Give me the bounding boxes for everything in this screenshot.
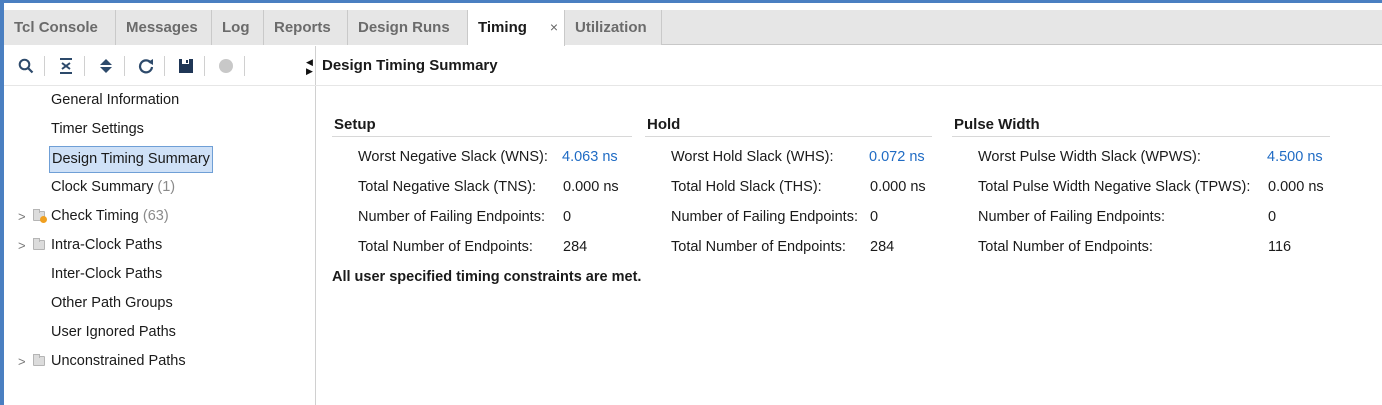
folder-warning-icon xyxy=(33,209,47,223)
pulse-total-endpoints-label: Total Number of Endpoints: xyxy=(978,239,1153,255)
tab-design-runs[interactable]: Design Runs xyxy=(348,10,468,45)
whs-value-link[interactable]: 0.072 ns xyxy=(869,149,925,165)
navigator-toolbar: ◀ ▶ xyxy=(4,46,316,86)
constraints-status-message: All user specified timing constraints ar… xyxy=(332,269,642,285)
tree-item-label: Other Path Groups xyxy=(51,295,173,311)
tree-item-other-path-groups[interactable]: Other Path Groups xyxy=(4,289,316,318)
pulse-failing-endpoints-value: 0 xyxy=(1268,209,1277,225)
hold-failing-endpoints-value: 0 xyxy=(870,209,879,225)
stop-icon[interactable] xyxy=(216,56,236,76)
pulse-failing-endpoints-label: Number of Failing Endpoints: xyxy=(978,209,1165,225)
tab-timing[interactable]: Timing × xyxy=(468,10,565,46)
tab-reports[interactable]: Reports xyxy=(264,10,348,45)
setup-divider xyxy=(332,136,632,137)
pulse-width-heading: Pulse Width xyxy=(954,116,1040,133)
wns-label: Worst Negative Slack (WNS): xyxy=(358,149,548,165)
tab-bar: Tcl Console Messages Log Reports Design … xyxy=(4,10,1382,46)
tab-label: Timing xyxy=(478,19,527,36)
report-navigator: ◀ ▶ General Information Timer Settings De… xyxy=(4,46,316,405)
window-top-border xyxy=(0,0,1382,10)
hold-divider xyxy=(645,136,932,137)
hold-total-endpoints-label: Total Number of Endpoints: xyxy=(671,239,846,255)
hold-total-endpoints-value: 284 xyxy=(870,239,895,255)
ths-label: Total Hold Slack (THS): xyxy=(671,179,822,195)
tab-tcl-console[interactable]: Tcl Console xyxy=(4,10,116,45)
setup-total-endpoints-value: 284 xyxy=(563,239,588,255)
summary-panel: Design Timing Summary xyxy=(316,46,1382,405)
tree-item-label: Clock Summary (1) xyxy=(51,173,175,202)
wpws-value-link[interactable]: 4.500 ns xyxy=(1267,149,1323,165)
folder-icon xyxy=(33,238,45,250)
tab-label: Log xyxy=(222,19,250,36)
wns-value-link[interactable]: 4.063 ns xyxy=(562,149,618,165)
tree-item-count: (63) xyxy=(142,208,169,224)
tree-item-text: Check Timing xyxy=(51,208,139,224)
setup-heading: Setup xyxy=(334,116,376,133)
timing-window: Tcl Console Messages Log Reports Design … xyxy=(0,0,1382,405)
tns-label: Total Negative Slack (TNS): xyxy=(358,179,537,195)
expand-all-icon[interactable] xyxy=(96,56,116,76)
panel-title: Design Timing Summary xyxy=(322,57,498,74)
pulse-width-divider xyxy=(952,136,1330,137)
tree-item-clock-summary[interactable]: Clock Summary (1) xyxy=(4,173,316,202)
toolbar-separator xyxy=(84,56,85,76)
tree-item-label: Design Timing Summary xyxy=(49,146,213,173)
tree-item-text: Clock Summary xyxy=(51,179,154,195)
hold-heading: Hold xyxy=(647,116,681,133)
tree-item-label: General Information xyxy=(51,92,180,108)
toolbar-separator xyxy=(244,56,245,76)
chevron-right-icon[interactable]: > xyxy=(18,202,26,231)
tree-item-check-timing[interactable]: > Check Timing (63) xyxy=(4,202,316,231)
tpws-value: 0.000 ns xyxy=(1268,179,1324,195)
save-icon[interactable] xyxy=(176,56,196,76)
whs-label: Worst Hold Slack (WHS): xyxy=(671,149,834,165)
tree-item-label: Timer Settings xyxy=(51,121,144,137)
tns-value: 0.000 ns xyxy=(563,179,619,195)
pulse-total-endpoints-value: 116 xyxy=(1268,239,1292,255)
tpws-label: Total Pulse Width Negative Slack (TPWS): xyxy=(978,179,1251,195)
tab-label: Tcl Console xyxy=(14,19,98,36)
folder-icon xyxy=(33,354,45,366)
wpws-label: Worst Pulse Width Slack (WPWS): xyxy=(978,149,1201,165)
tab-label: Utilization xyxy=(575,19,647,36)
toolbar-separator xyxy=(164,56,165,76)
hold-failing-endpoints-label: Number of Failing Endpoints: xyxy=(671,209,858,225)
chevron-right-icon[interactable]: > xyxy=(18,347,26,376)
tab-log[interactable]: Log xyxy=(212,10,264,45)
search-icon[interactable] xyxy=(16,56,36,76)
tree-item-unconstrained-paths[interactable]: > Unconstrained Paths xyxy=(4,347,316,376)
tree-item-user-ignored-paths[interactable]: User Ignored Paths xyxy=(4,318,316,347)
chevron-right-icon[interactable]: > xyxy=(18,231,26,260)
tree-item-inter-clock-paths[interactable]: Inter-Clock Paths xyxy=(4,260,316,289)
panel-header: Design Timing Summary xyxy=(316,46,1382,86)
close-icon[interactable]: × xyxy=(550,10,558,45)
tree-item-timer-settings[interactable]: Timer Settings xyxy=(4,115,316,144)
toolbar-separator xyxy=(124,56,125,76)
ths-value: 0.000 ns xyxy=(870,179,926,195)
setup-total-endpoints-label: Total Number of Endpoints: xyxy=(358,239,533,255)
tab-messages[interactable]: Messages xyxy=(116,10,212,45)
tree-item-count: (1) xyxy=(157,179,176,195)
tab-label: Reports xyxy=(274,19,331,36)
refresh-icon[interactable] xyxy=(136,56,156,76)
tree-item-general-information[interactable]: General Information xyxy=(4,86,316,115)
tree-item-label: Inter-Clock Paths xyxy=(51,266,163,282)
tree-item-label: Intra-Clock Paths xyxy=(51,237,163,253)
toolbar-separator xyxy=(204,56,205,76)
tree-item-design-timing-summary[interactable]: Design Timing Summary xyxy=(4,144,316,173)
window-left-border xyxy=(0,0,4,405)
setup-failing-endpoints-label: Number of Failing Endpoints: xyxy=(358,209,545,225)
setup-failing-endpoints-value: 0 xyxy=(563,209,572,225)
collapse-all-icon[interactable] xyxy=(56,56,76,76)
tree-item-intra-clock-paths[interactable]: > Intra-Clock Paths xyxy=(4,231,316,260)
tab-utilization[interactable]: Utilization xyxy=(565,10,662,45)
tab-label: Messages xyxy=(126,19,198,36)
toolbar-separator xyxy=(44,56,45,76)
tree-item-label: Unconstrained Paths xyxy=(51,353,186,369)
tree-item-label: Check Timing (63) xyxy=(51,202,169,231)
tab-label: Design Runs xyxy=(358,19,450,36)
panel-collapse-handle[interactable]: ◀ ▶ xyxy=(306,58,313,76)
tree-item-label: User Ignored Paths xyxy=(51,324,176,340)
